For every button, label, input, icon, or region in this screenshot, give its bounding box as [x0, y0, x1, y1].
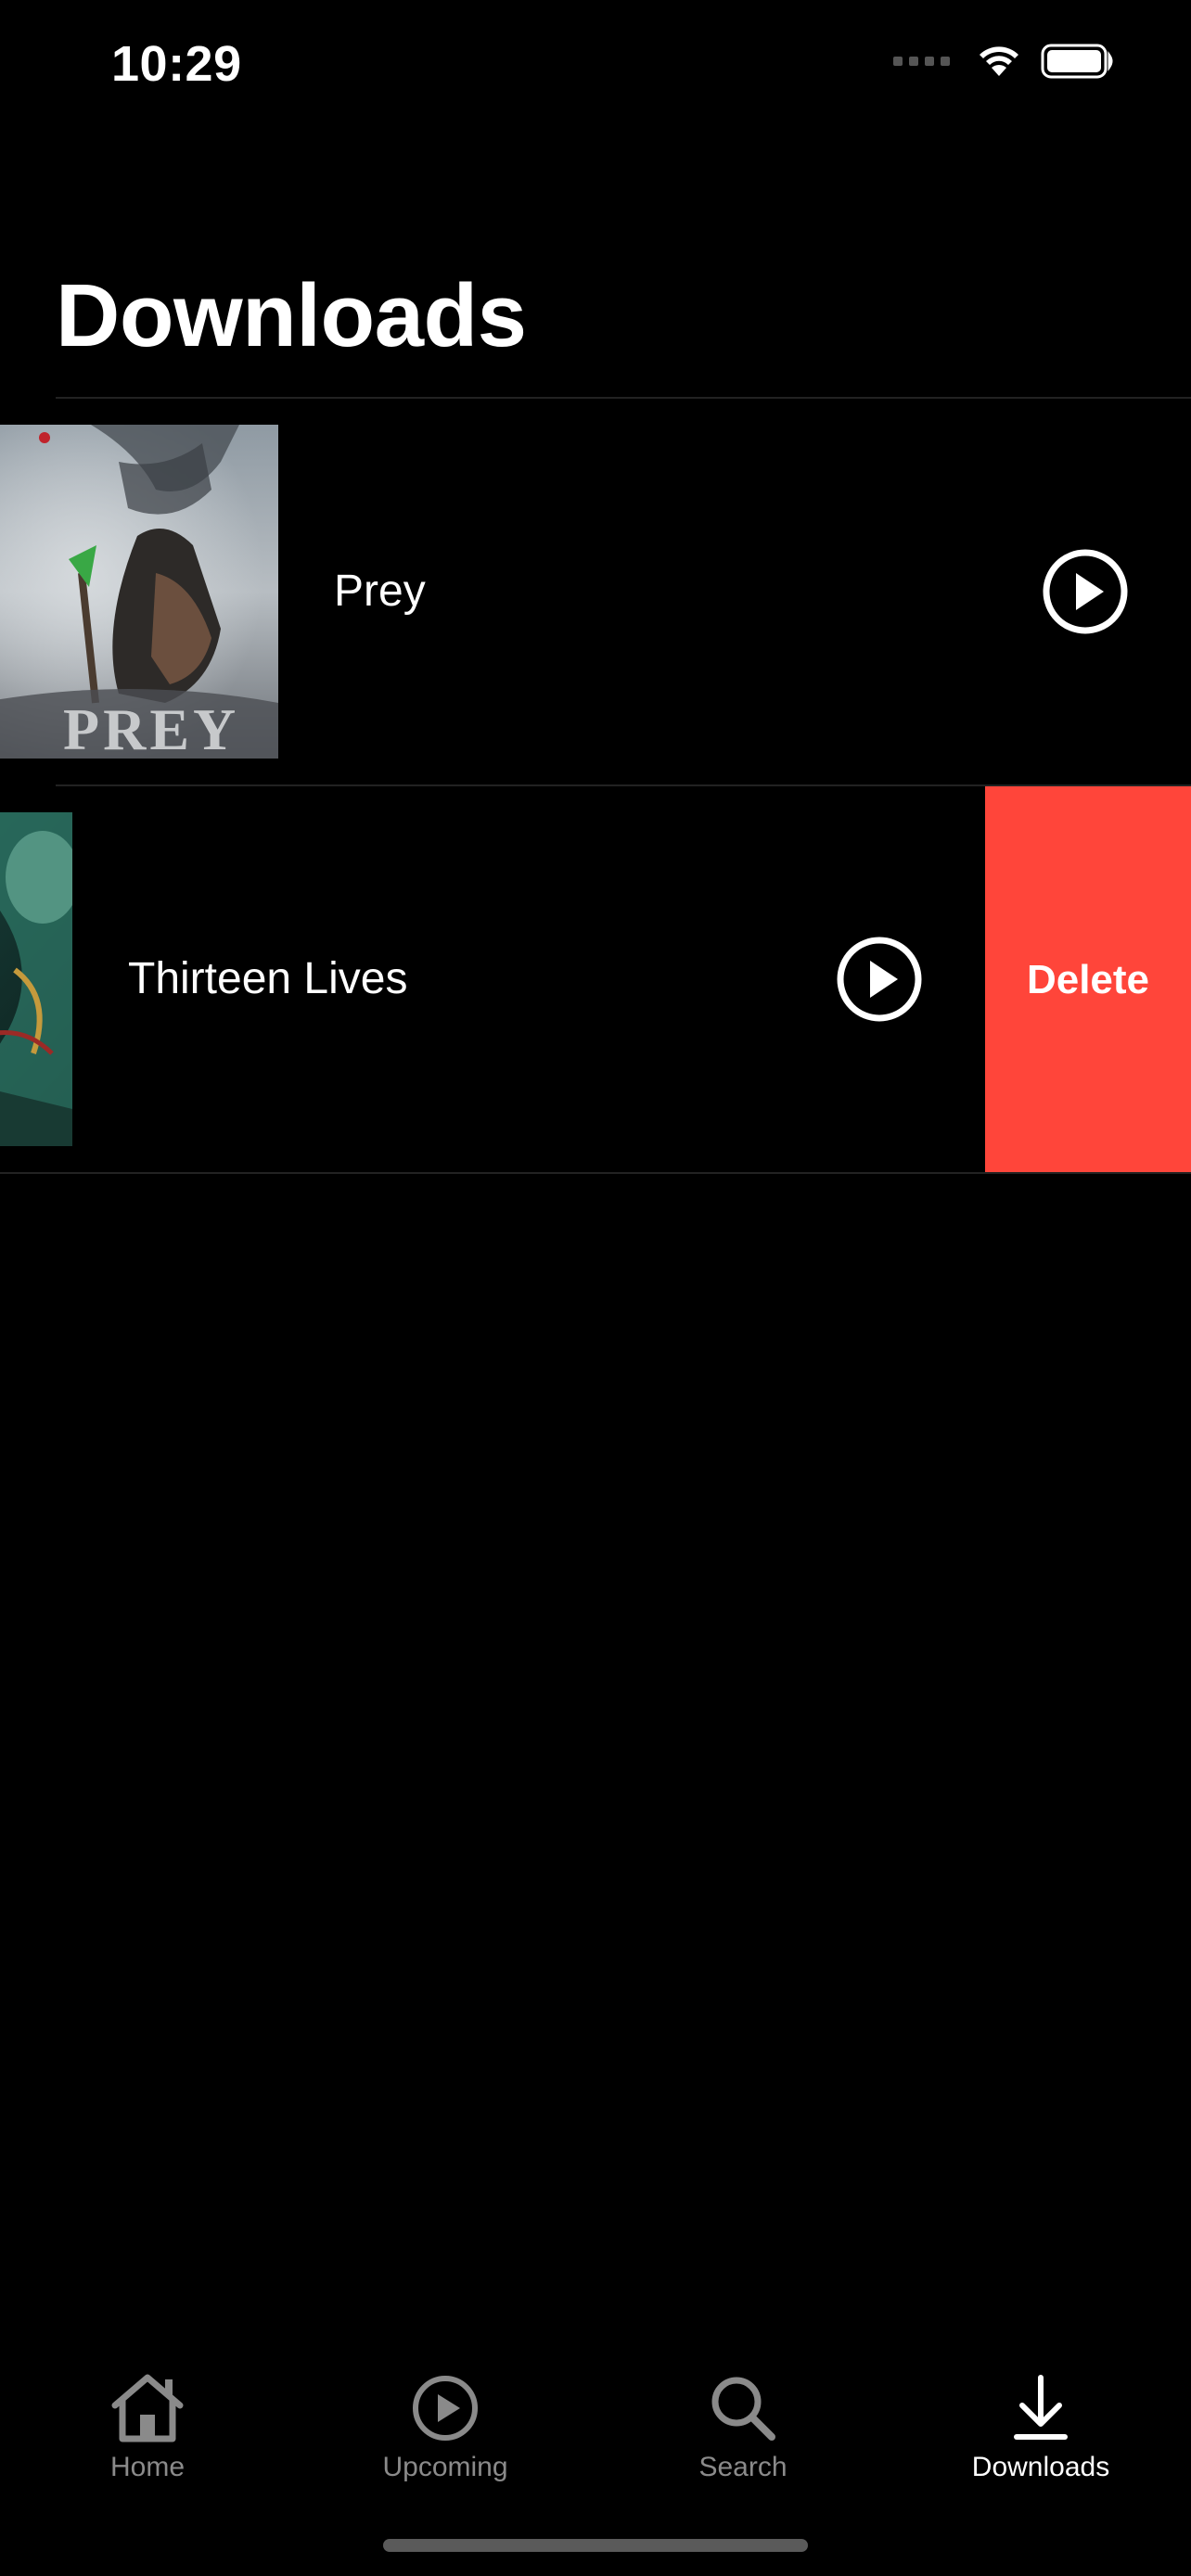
home-indicator[interactable]: [383, 2539, 808, 2552]
magnifying-glass-icon: [711, 2377, 775, 2441]
poster-image-thirteen-lives: [0, 812, 72, 1146]
play-circle-icon: [413, 2376, 478, 2441]
tab-downloads[interactable]: Downloads: [939, 2363, 1143, 2483]
tab-label: Home: [109, 2452, 186, 2482]
download-arrow-icon: [1014, 2375, 1068, 2440]
poster-title-text: PREY: [63, 696, 239, 759]
play-circle-icon: [837, 937, 922, 1022]
movie-title: Thirteen Lives: [128, 954, 408, 1003]
poster-image-prey: PREY: [0, 425, 278, 759]
tab-label: Downloads: [971, 2452, 1110, 2482]
delete-button[interactable]: Delete: [985, 786, 1191, 1174]
battery-icon: [1041, 44, 1113, 79]
tab-search[interactable]: Search: [641, 2363, 845, 2483]
tab-label: Upcoming: [382, 2452, 508, 2482]
download-row[interactable]: Thirteen Lives Delete: [0, 786, 1191, 1174]
status-time: 10:29: [111, 36, 242, 92]
tab-home[interactable]: Home: [45, 2363, 250, 2483]
play-button[interactable]: [1041, 547, 1130, 636]
row-content: PREY Prey: [0, 399, 1191, 786]
status-bar: 10:29: [0, 0, 1191, 139]
row-content: Thirteen Lives: [0, 786, 985, 1174]
tab-label: Search: [698, 2452, 788, 2482]
status-icons: [893, 43, 1115, 80]
play-button[interactable]: [835, 935, 924, 1024]
page-title: Downloads: [56, 266, 527, 365]
download-row[interactable]: PREY Prey: [0, 399, 1191, 786]
tab-upcoming[interactable]: Upcoming: [343, 2363, 547, 2483]
wifi-icon: [980, 46, 1018, 76]
row-divider: [0, 1172, 1191, 1174]
cellular-signal-icon: [893, 57, 950, 66]
movie-title: Prey: [334, 567, 426, 616]
play-circle-icon: [1043, 549, 1128, 634]
house-icon: [111, 2374, 184, 2442]
